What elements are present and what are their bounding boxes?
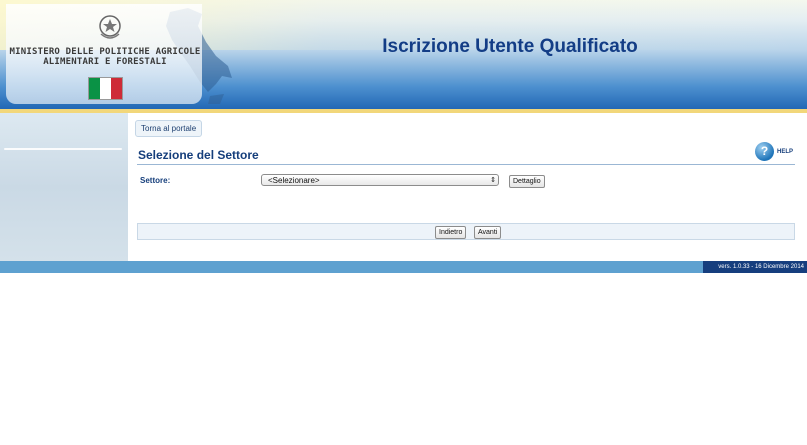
ministry-name-line1: MINISTERO DELLE POLITICHE AGRICOLE <box>9 47 201 57</box>
detail-button[interactable]: Dettaglio <box>509 175 545 188</box>
section-title: Selezione del Settore <box>138 148 259 162</box>
sidebar-divider <box>4 148 122 150</box>
next-button[interactable]: Avanti <box>474 226 502 239</box>
help-icon[interactable]: ? <box>755 142 774 161</box>
help-label[interactable]: HELP <box>777 149 793 155</box>
back-button[interactable]: Indietro <box>435 226 467 239</box>
back-to-portal-link[interactable]: Torna al portale <box>135 120 203 137</box>
republic-emblem-icon <box>99 15 121 39</box>
left-sidebar <box>0 113 128 261</box>
ministry-name-line2: ALIMENTARI E FORESTALI <box>43 57 167 67</box>
settore-label: Settore: <box>140 176 171 185</box>
help-button[interactable]: ? HELP <box>755 142 793 161</box>
section-title-rule <box>137 164 795 165</box>
page-footer: vers. 1.0.33 - 16 Dicembre 2014 <box>0 261 807 273</box>
page-header: MINISTERO DELLE POLITICHE AGRICOLE ALIME… <box>0 0 807 111</box>
ministry-name: MINISTERO DELLE POLITICHE AGRICOLE ALIME… <box>0 47 210 67</box>
version-label: vers. 1.0.33 - 16 Dicembre 2014 <box>703 261 807 273</box>
app-title: Iscrizione Utente Qualificato <box>382 36 638 57</box>
select-arrows-icon: ⇕ <box>490 177 496 184</box>
italian-flag-icon <box>88 77 123 100</box>
settore-select-value: <Selezionare> <box>268 176 320 185</box>
settore-select[interactable]: <Selezionare> ⇕ <box>261 174 499 186</box>
